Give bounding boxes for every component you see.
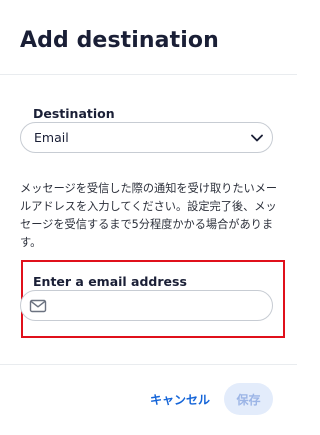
save-button[interactable]: 保存 xyxy=(224,383,273,415)
dialog-header: Add destination xyxy=(0,0,297,75)
destination-selected-value: Email xyxy=(34,130,69,145)
destination-label: Destination xyxy=(33,106,115,121)
email-input[interactable] xyxy=(53,291,263,320)
dialog-footer: キャンセル 保存 xyxy=(0,364,297,435)
mail-icon xyxy=(29,299,47,313)
chevron-down-icon xyxy=(251,134,263,142)
cancel-button[interactable]: キャンセル xyxy=(144,385,216,413)
destination-select[interactable]: Email xyxy=(20,122,273,153)
dialog-title: Add destination xyxy=(20,28,219,53)
add-destination-dialog: Add destination Destination Email メッセージを… xyxy=(0,0,297,434)
email-field[interactable] xyxy=(20,290,273,321)
helper-text: メッセージを受信した際の通知を受け取りたいメールアドレスを入力してください。設定… xyxy=(20,182,278,249)
email-label: Enter a email address xyxy=(33,274,187,289)
